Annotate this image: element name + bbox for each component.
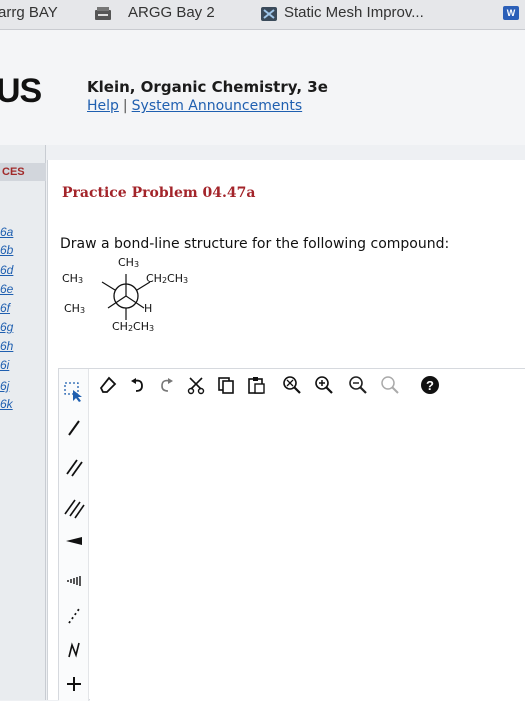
newman-top-label: CH3 bbox=[118, 256, 140, 269]
problem-title: Practice Problem 04.47a bbox=[62, 185, 256, 201]
bookmarks-bar: arrg BAY ARGG Bay 2 Static Mesh Improv..… bbox=[0, 0, 525, 30]
nav-link-6d[interactable]: 6d bbox=[0, 263, 13, 277]
select-tool-icon[interactable] bbox=[63, 381, 85, 403]
newman-lower-right-label: H bbox=[144, 302, 153, 315]
clean-structure-icon[interactable] bbox=[380, 375, 400, 395]
help-link[interactable]: Help bbox=[87, 98, 119, 114]
newman-upper-right-label: CH2CH3 bbox=[146, 272, 189, 285]
undo-icon[interactable] bbox=[128, 375, 148, 395]
nav-link-6k[interactable]: 6k bbox=[0, 397, 13, 411]
main-panel: Practice Problem 04.47a Draw a bond-line… bbox=[47, 160, 525, 701]
structure-editor: ? bbox=[58, 368, 525, 701]
zoom-in-icon[interactable] bbox=[314, 375, 334, 395]
nav-link-6e[interactable]: 6e bbox=[0, 282, 13, 296]
extension-badge[interactable]: W bbox=[503, 6, 519, 20]
hash-bond-tool-icon[interactable] bbox=[63, 569, 85, 591]
header-links: Help | System Announcements bbox=[87, 98, 302, 114]
double-bond-tool-icon[interactable] bbox=[63, 457, 85, 479]
top-toolbar: ? bbox=[90, 369, 525, 401]
nav-link-6i[interactable]: 6i bbox=[0, 358, 9, 372]
nav-link-6f[interactable]: 6f bbox=[0, 301, 10, 315]
bookmark-arrg-bay[interactable]: arrg BAY bbox=[0, 4, 58, 21]
eraser-icon[interactable] bbox=[98, 375, 118, 395]
folder-bookmark-icon bbox=[95, 7, 111, 20]
zoom-fit-icon[interactable] bbox=[282, 375, 302, 395]
triple-bond-tool-icon[interactable] bbox=[63, 497, 85, 519]
nav-link-6b[interactable]: 6b bbox=[0, 243, 13, 257]
drawing-canvas[interactable] bbox=[90, 401, 525, 701]
link-separator: | bbox=[122, 98, 128, 114]
problem-instruction: Draw a bond-line structure for the follo… bbox=[60, 236, 450, 252]
newman-upper-left-label: CH3 bbox=[62, 272, 84, 285]
mesh-favicon-icon bbox=[261, 7, 277, 21]
help-icon[interactable]: ? bbox=[420, 375, 440, 395]
site-logo: US bbox=[0, 72, 42, 110]
newman-lower-left-label: CH3 bbox=[64, 302, 86, 315]
nav-heading: CES bbox=[0, 163, 46, 181]
dashed-bond-tool-icon[interactable] bbox=[63, 605, 85, 627]
add-charge-tool-icon[interactable] bbox=[63, 673, 85, 695]
redo-icon[interactable] bbox=[156, 375, 176, 395]
cut-icon[interactable] bbox=[186, 375, 206, 395]
newman-bottom-label: CH2CH3 bbox=[112, 320, 155, 333]
page-header: US Klein, Organic Chemistry, 3e Help | Sys… bbox=[0, 30, 525, 145]
left-toolbar bbox=[59, 369, 89, 701]
bookmark-static-mesh[interactable]: Static Mesh Improv... bbox=[284, 4, 424, 21]
single-bond-tool-icon[interactable] bbox=[63, 417, 85, 439]
wedge-bond-tool-icon[interactable] bbox=[63, 529, 85, 551]
svg-text:?: ? bbox=[426, 378, 434, 393]
zoom-out-icon[interactable] bbox=[348, 375, 368, 395]
paste-icon[interactable] bbox=[246, 375, 266, 395]
system-announcements-link[interactable]: System Announcements bbox=[132, 98, 303, 114]
newman-projection: CH3 CH3 CH2CH3 CH3 H CH2CH3 bbox=[56, 252, 226, 344]
copy-icon[interactable] bbox=[216, 375, 236, 395]
left-nav: CES 6a 6b 6d 6e 6f 6g 6h 6i 6j 6k bbox=[0, 145, 46, 700]
bookmark-argg-bay-2[interactable]: ARGG Bay 2 bbox=[128, 4, 215, 21]
book-title: Klein, Organic Chemistry, 3e bbox=[87, 78, 328, 96]
nav-link-6h[interactable]: 6h bbox=[0, 339, 13, 353]
chain-tool-icon[interactable] bbox=[63, 639, 85, 661]
nav-link-6j[interactable]: 6j bbox=[0, 379, 9, 393]
nav-link-6g[interactable]: 6g bbox=[0, 320, 13, 334]
nav-link-6a[interactable]: 6a bbox=[0, 225, 13, 239]
